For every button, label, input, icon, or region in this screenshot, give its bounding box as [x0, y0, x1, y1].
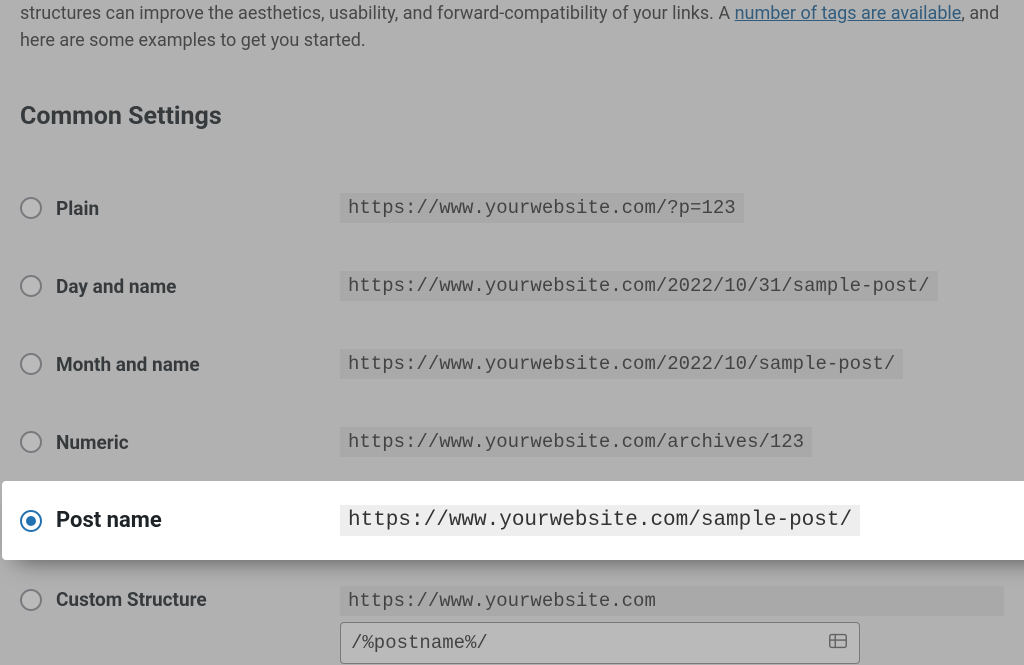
option-label: Month and name [56, 353, 200, 376]
tags-available-link[interactable]: number of tags are available [735, 3, 962, 24]
option-custom-structure[interactable]: Custom Structure [20, 586, 340, 611]
tag-picker-icon[interactable] [827, 630, 849, 656]
option-day-and-name[interactable]: Day and name [20, 275, 340, 298]
option-url: https://www.yourwebsite.com/2022/10/samp… [340, 349, 903, 379]
option-row-month-and-name: Month and name https://www.yourwebsite.c… [20, 325, 1004, 403]
custom-structure-value: /%postname%/ [351, 632, 488, 654]
radio-icon [20, 589, 42, 611]
option-url: https://www.yourwebsite.com/sample-post/ [340, 505, 860, 536]
custom-structure-input[interactable]: /%postname%/ [340, 622, 860, 664]
option-label: Plain [56, 197, 99, 220]
option-row-numeric: Numeric https://www.yourwebsite.com/arch… [20, 403, 1004, 481]
permalink-options: Plain https://www.yourwebsite.com/?p=123… [20, 169, 1004, 665]
option-label: Day and name [56, 275, 176, 298]
option-url: https://www.yourwebsite.com/2022/10/31/s… [340, 271, 938, 301]
radio-icon [20, 431, 42, 453]
option-row-plain: Plain https://www.yourwebsite.com/?p=123 [20, 169, 1004, 247]
option-label: Post name [56, 508, 162, 533]
radio-icon [20, 197, 42, 219]
option-row-custom-structure: Custom Structure https://www.yourwebsite… [20, 560, 1004, 665]
intro-part1: structures can improve the aesthetics, u… [20, 3, 735, 24]
radio-icon [20, 353, 42, 375]
option-label: Numeric [56, 431, 129, 454]
option-post-name[interactable]: Post name [20, 508, 340, 533]
option-numeric[interactable]: Numeric [20, 431, 340, 454]
radio-icon [20, 510, 42, 532]
option-plain[interactable]: Plain [20, 197, 340, 220]
option-row-post-name: Post name https://www.yourwebsite.com/sa… [2, 481, 1024, 560]
option-label: Custom Structure [56, 588, 207, 611]
option-row-day-and-name: Day and name https://www.yourwebsite.com… [20, 247, 1004, 325]
intro-text: structures can improve the aesthetics, u… [20, 0, 1004, 54]
option-month-and-name[interactable]: Month and name [20, 353, 340, 376]
radio-icon [20, 275, 42, 297]
custom-base-url: https://www.yourwebsite.com [340, 586, 1004, 616]
option-url: https://www.yourwebsite.com/archives/123 [340, 427, 812, 457]
common-settings-heading: Common Settings [20, 102, 1004, 131]
option-url: https://www.yourwebsite.com/?p=123 [340, 193, 744, 223]
